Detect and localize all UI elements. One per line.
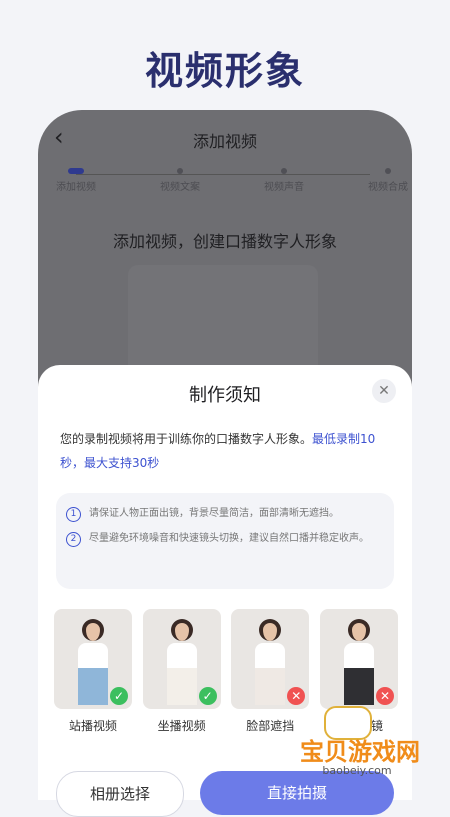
tip-text: 请保证人物正面出镜，背景尽量简洁，面部清晰无遮挡。 [89, 508, 339, 519]
example-label: 站播视频 [68, 719, 117, 733]
example-label: 坐播视频 [157, 719, 206, 733]
person-figure [165, 619, 199, 707]
example-photo: ✕ [319, 609, 398, 709]
page-headline: 视频形象 [144, 49, 305, 93]
desc-text: 您的录制视频将用于训练你的口播数字人形象。 [60, 432, 313, 446]
example-photo: ✕ [231, 609, 310, 709]
cross-icon: ✕ [375, 687, 394, 705]
watermark-logo: 宝贝游戏网 baobeiy.com [272, 706, 440, 784]
cross-icon: ✕ [287, 687, 306, 705]
step-indicator: 添加视频 视频文案 视频声音 视频合成 [50, 168, 408, 204]
tips-box: 1 请保证人物正面出镜，背景尽量简洁，面部清晰无遮挡。 2 尽量避免环境噪音和快… [56, 493, 394, 589]
step-line [76, 174, 370, 175]
tip-number: 2 [66, 532, 81, 547]
step-2: 视频文案 [148, 168, 212, 193]
example-card: ✓ 站播视频 [54, 609, 132, 734]
step-3: 视频声音 [252, 168, 316, 193]
close-icon[interactable]: ✕ [372, 379, 396, 403]
nav-title: 添加视频 [192, 132, 257, 151]
check-icon: ✓ [198, 687, 217, 705]
sheet-description: 您的录制视频将用于训练你的口播数字人形象。最低录制10秒，最大支持30秒 [60, 427, 394, 475]
tip-item: 2 尽量避免环境噪音和快速镜头切换，建议自然口播并稳定收声。 [66, 528, 382, 549]
tip-item: 1 请保证人物正面出镜，背景尽量简洁，面部清晰无遮挡。 [66, 503, 382, 524]
watermark-url: baobeiy.com [322, 764, 392, 777]
example-photo: ✓ [142, 609, 221, 709]
main-instruction: 添加视频，创建口播数字人形象 [112, 232, 337, 251]
person-figure [76, 619, 110, 707]
person-figure [253, 619, 287, 707]
tip-text: 尽量避免环境噪音和快速镜头切换，建议自然口播并稳定收声。 [89, 533, 369, 544]
example-card: ✓ 坐播视频 [142, 609, 221, 734]
person-figure [342, 619, 376, 707]
check-icon: ✓ [110, 687, 128, 705]
step-4: 视频合成 [356, 168, 412, 193]
step-1: 添加视频 [44, 168, 108, 193]
album-select-button[interactable]: 相册选择 [56, 771, 184, 817]
watermark-text: 宝贝游戏网 [300, 738, 420, 766]
sheet-title: 制作须知 [189, 385, 261, 406]
example-photo: ✓ [54, 609, 132, 709]
tip-number: 1 [66, 507, 81, 522]
nav-bar: ‹ 添加视频 [38, 110, 412, 168]
